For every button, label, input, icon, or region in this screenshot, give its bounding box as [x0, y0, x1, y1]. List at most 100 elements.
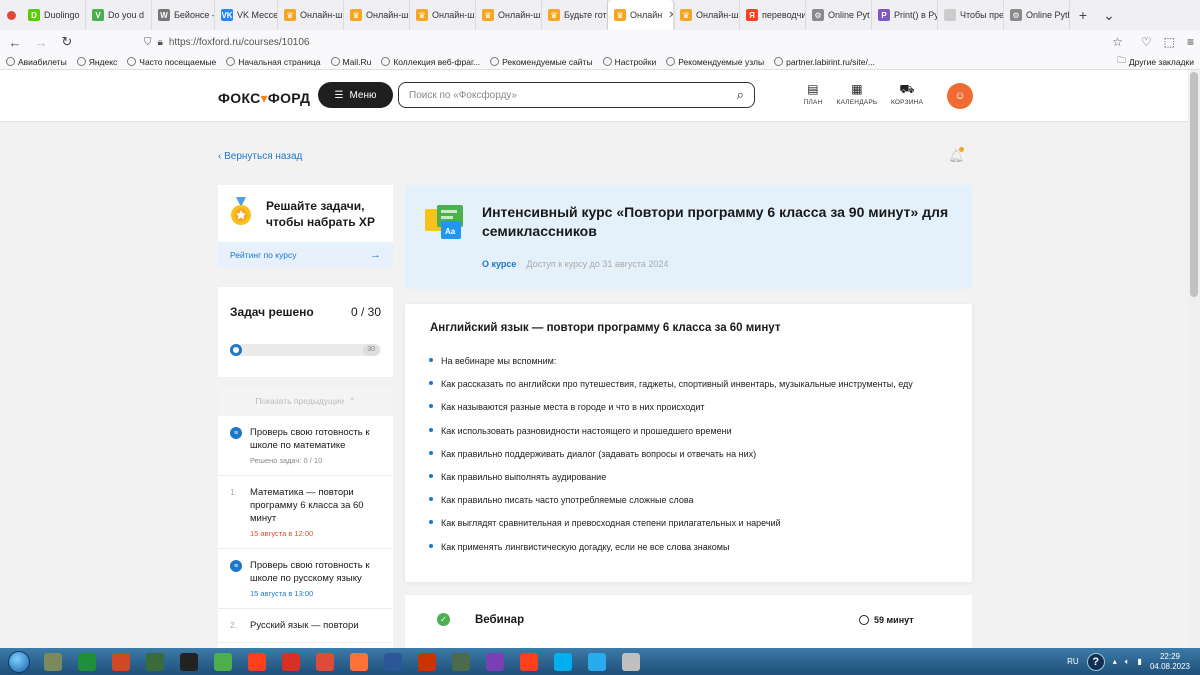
start-button[interactable] [2, 648, 36, 675]
lesson-item[interactable]: ≡ Проверь свою готовность к школе по русс… [218, 549, 393, 609]
lesson-item[interactable]: 2. Русский язык — повтори [218, 609, 393, 643]
system-clock[interactable]: 22:29 04.08.2023 [1150, 652, 1190, 672]
taskbar-app-icon[interactable] [512, 648, 546, 675]
bookmark-star-icon[interactable]: ☆ [1112, 35, 1123, 49]
browser-tab[interactable]: ⚙ Online Pyth [1004, 0, 1070, 30]
tab-about-course[interactable]: О курсе [482, 259, 516, 269]
browser-tab[interactable]: ♛ Онлайн-ш [410, 0, 476, 30]
lesson-item[interactable]: ≡ Проверь свою готовность к школе по мате… [218, 416, 393, 476]
speaker-icon[interactable]: 🔈︎ [1125, 657, 1130, 667]
taskbar-app-icon[interactable] [444, 648, 478, 675]
new-tab-button[interactable]: + [1070, 7, 1096, 23]
browser-tab[interactable]: ♛ Онлайн-ш [278, 0, 344, 30]
bookmark-item[interactable]: Часто посещаемые [127, 57, 216, 67]
bookmark-globe-icon [381, 57, 391, 66]
app-menu-icon[interactable]: ≡ [1187, 35, 1194, 49]
browser-tab[interactable]: W Бейонсе – [152, 0, 215, 30]
search-input[interactable] [409, 89, 737, 101]
pocket-icon[interactable]: ♡ [1141, 35, 1152, 49]
bookmark-item[interactable]: Mail.Ru [330, 57, 371, 67]
list-all-tabs-icon[interactable]: ⌄ [1096, 7, 1122, 24]
browser-tab[interactable]: ♛Онлайн✕ [608, 0, 674, 30]
taskbar-app-icon[interactable] [240, 648, 274, 675]
taskbar-app-icon[interactable] [580, 648, 614, 675]
tab-favicon-icon: VK [221, 9, 233, 21]
bookmark-item[interactable]: Начальная страница [226, 56, 321, 67]
page-scrollbar[interactable] [1188, 70, 1200, 648]
bookmark-globe-icon [490, 57, 500, 66]
back-arrow-icon[interactable]: ← [6, 35, 24, 50]
taskbar-app-icon[interactable] [342, 648, 376, 675]
taskbar-app-icon[interactable] [104, 648, 138, 675]
taskbar-app-icon[interactable] [308, 648, 342, 675]
taskbar-app-icon[interactable] [410, 648, 444, 675]
bullet-icon [429, 427, 433, 432]
url-bar[interactable]: ⛉ 🔒︎ https://foxford.ru/courses/10106 ☆ [144, 32, 1123, 52]
medal-icon [231, 197, 251, 225]
taskbar-app-icon[interactable] [546, 648, 580, 675]
tab-favicon-icon: ♛ [680, 9, 692, 21]
bookmark-item[interactable]: Авиабилеты [6, 57, 67, 67]
tab-label: Online Pyt [828, 10, 870, 20]
webinar-card[interactable]: ✓ Вебинар 59 минут [405, 595, 972, 648]
reload-icon[interactable]: ↻ [58, 34, 76, 50]
browser-tab[interactable]: ♛ Онлайн-ш [476, 0, 542, 30]
bookmark-item[interactable]: Рекомендуемые сайты [490, 57, 593, 67]
taskbar-app-icon[interactable] [36, 648, 70, 675]
extensions-icon[interactable]: ⬚ [1164, 35, 1175, 49]
network-icon[interactable]: ▮ [1138, 657, 1142, 666]
forward-arrow-icon[interactable]: → [32, 35, 50, 50]
taskbar-app-icon[interactable] [478, 648, 512, 675]
app-icon [112, 652, 130, 671]
test-list-icon: ≡ [230, 560, 242, 572]
bookmark-item[interactable]: partner.labirint.ru/site/... [774, 57, 875, 67]
app-icon [452, 652, 470, 671]
tray-arrow-icon[interactable]: ▴ [1113, 657, 1117, 666]
menu-button[interactable]: ☰ Меню [318, 82, 393, 108]
browser-tab[interactable]: Япереводчи [740, 0, 806, 30]
bookmark-item[interactable]: Рекомендуемые узлы [666, 57, 764, 67]
browser-tab[interactable]: VK VK Мессе [215, 0, 278, 30]
site-header: ФОКС▾ФОРД ☰ Меню ⌕ ▤ ПЛАН ▦ КАЛЕНДАРЬ ⛟ … [0, 70, 1188, 122]
firefox-view-icon[interactable] [0, 0, 22, 30]
help-icon[interactable]: ? [1086, 652, 1105, 671]
language-indicator[interactable]: RU [1067, 657, 1079, 666]
taskbar-app-icon[interactable] [614, 648, 648, 675]
browser-tab[interactable]: D Duolingo [22, 0, 86, 30]
bookmark-item[interactable]: Яндекс [76, 57, 117, 67]
browser-tab[interactable]: P Print() в Py [872, 0, 938, 30]
taskbar-app-icon[interactable] [70, 648, 104, 675]
taskbar-app-icon[interactable] [376, 648, 410, 675]
show-previous-button[interactable]: Показать предыдущие ⌃ [218, 386, 393, 416]
bookmark-item[interactable]: Коллекция веб-фраг... [381, 57, 480, 67]
browser-tab[interactable]: ♛ Онлайн-ш [344, 0, 410, 30]
other-bookmarks[interactable]: 🗀 Другие закладки [1117, 55, 1194, 69]
search-icon[interactable]: ⌕ [737, 87, 744, 103]
nav-cart[interactable]: ⛟ КОРЗИНА [877, 83, 937, 106]
foxford-logo[interactable]: ФОКС▾ФОРД [218, 90, 310, 107]
taskbar-app-icon[interactable] [172, 648, 206, 675]
bookmark-globe-icon [76, 57, 86, 66]
tasks-progress-bar: 30 [230, 344, 381, 356]
taskbar-app-icon[interactable] [274, 648, 308, 675]
user-avatar[interactable]: ☺ [947, 83, 973, 109]
browser-tab[interactable]: Чтобы презен [938, 0, 1004, 30]
lesson-topics-list: На вебинаре мы вспомним: Как рассказать п… [429, 356, 913, 565]
browser-tab[interactable]: ⚙ Online Pyt [806, 0, 872, 30]
bookmark-item[interactable]: Настройки [602, 57, 656, 67]
bookmark-label: Начальная страница [238, 56, 321, 67]
browser-tab[interactable]: V Do you d [86, 0, 152, 30]
tab-label: Бейонсе – [174, 10, 215, 20]
browser-tab[interactable]: ♛ Онлайн-ш [674, 0, 740, 30]
back-link[interactable]: ‹ Вернуться назад [218, 151, 302, 162]
taskbar-app-icon[interactable] [138, 648, 172, 675]
site-search[interactable]: ⌕ [398, 82, 755, 108]
browser-tab[interactable]: ♛ Будьте гото [542, 0, 608, 30]
webinar-duration: 59 минут [859, 615, 914, 625]
lesson-item[interactable]: 1. Математика — повтори программу 6 класс… [218, 476, 393, 549]
app-icon [350, 652, 368, 671]
course-rating-link[interactable]: Рейтинг по курсу → [218, 242, 393, 267]
taskbar-app-icon[interactable] [206, 648, 240, 675]
app-icon [554, 652, 572, 671]
scrollbar-thumb[interactable] [1190, 72, 1198, 297]
